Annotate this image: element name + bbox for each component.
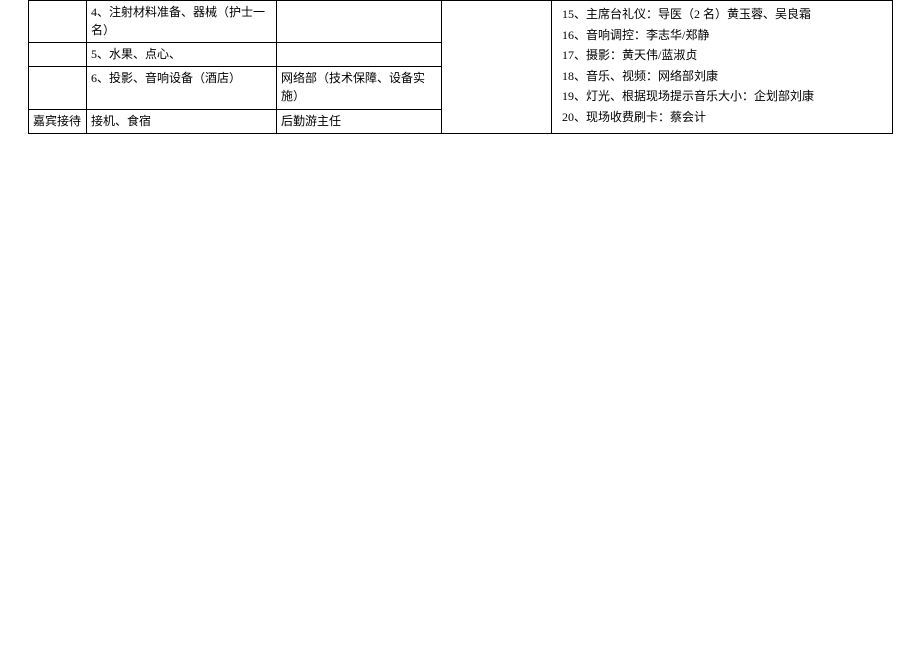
cell-category: 嘉宾接待 bbox=[29, 109, 87, 133]
right-list-item: 17、摄影：黄天伟/蓝淑贞 bbox=[562, 46, 882, 65]
cell-col4-merged bbox=[442, 1, 552, 134]
right-list-item: 16、音响调控：李志华/郑静 bbox=[562, 26, 882, 45]
right-list-item: 15、主席台礼仪：导医（2 名）黄玉蓉、吴良霜 bbox=[562, 5, 882, 24]
cell-responsible: 网络部（技术保障、设备实施） bbox=[277, 67, 442, 109]
cell-responsible: 后勤游主任 bbox=[277, 109, 442, 133]
cell-responsible bbox=[277, 1, 442, 43]
cell-item: 接机、食宿 bbox=[87, 109, 277, 133]
cell-item: 4、注射材料准备、器械（护士一名） bbox=[87, 1, 277, 43]
cell-item: 5、水果、点心、 bbox=[87, 43, 277, 67]
cell-responsible bbox=[277, 43, 442, 67]
document-table: 4、注射材料准备、器械（护士一名） 15、主席台礼仪：导医（2 名）黄玉蓉、吴良… bbox=[28, 0, 893, 134]
right-list-item: 20、现场收费刷卡：蔡会计 bbox=[562, 108, 882, 127]
right-list-item: 19、灯光、根据现场提示音乐大小：企划部刘康 bbox=[562, 87, 882, 106]
cell-category bbox=[29, 1, 87, 43]
right-list-item: 18、音乐、视频：网络部刘康 bbox=[562, 67, 882, 86]
cell-category bbox=[29, 67, 87, 109]
cell-item: 6、投影、音响设备（酒店） bbox=[87, 67, 277, 109]
cell-col5-merged: 15、主席台礼仪：导医（2 名）黄玉蓉、吴良霜 16、音响调控：李志华/郑静 1… bbox=[552, 1, 893, 134]
table-row: 4、注射材料准备、器械（护士一名） 15、主席台礼仪：导医（2 名）黄玉蓉、吴良… bbox=[29, 1, 893, 43]
cell-category bbox=[29, 43, 87, 67]
right-list: 15、主席台礼仪：导医（2 名）黄玉蓉、吴良霜 16、音响调控：李志华/郑静 1… bbox=[556, 3, 888, 131]
